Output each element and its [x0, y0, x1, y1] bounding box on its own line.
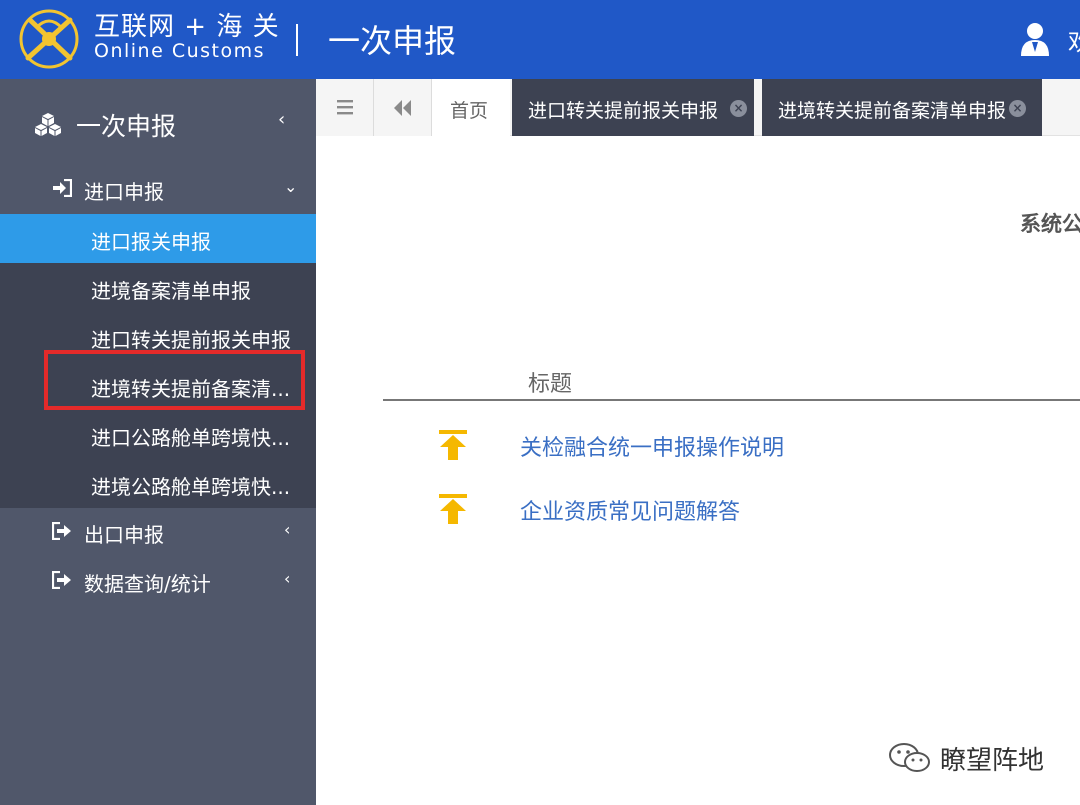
sign-out-icon [52, 522, 71, 540]
sidebar-group-import[interactable]: 进口申报 ⌄ [0, 165, 316, 214]
tab-label: 进境转关提前备案清单申报 [778, 100, 1007, 122]
sidebar-item-entry-record-list[interactable]: 进境备案清单申报 [0, 263, 316, 312]
tab-label: 进口转关提前报关申报 [528, 100, 719, 122]
top-header: 互联网 + 海 关 Online Customs 一次申报 欢 [0, 0, 1080, 79]
sidebar-item-label: 进口报关申报 [91, 230, 211, 254]
sidebar-group-label: 数据查询/统计 [84, 572, 211, 596]
highlight-annotation [44, 350, 305, 410]
watermark: 瞭望阵地 [880, 738, 1060, 778]
chevron-left-icon: ‹ [278, 109, 286, 130]
brand-english: Online Customs [94, 40, 266, 62]
notice-row[interactable]: 企业资质常见问题解答 [436, 492, 1076, 532]
user-icon[interactable] [1020, 22, 1050, 56]
tab-label: 首页 [450, 100, 489, 122]
sign-out-icon [52, 571, 71, 589]
pin-top-icon [439, 494, 467, 524]
wechat-icon [889, 743, 930, 772]
tab-scroll-left-button[interactable] [374, 79, 432, 136]
sidebar-root-menu[interactable]: 一次申报 ‹ [0, 79, 316, 167]
sidebar-item-label: 进境备案清单申报 [91, 279, 251, 303]
notice-panel-title: 系统公 [1020, 212, 1080, 236]
menu-toggle-button[interactable] [316, 79, 374, 136]
sidebar-group-label: 进口申报 [84, 180, 164, 204]
double-chevron-left-icon [394, 100, 411, 116]
system-title: 一次申报 [328, 22, 457, 60]
tab-entry-transfer-advance-record[interactable]: 进境转关提前备案清单申报 × [762, 79, 1042, 136]
notice-row[interactable]: 关检融合统一申报操作说明 [436, 428, 1076, 468]
chevron-left-icon: ‹ [284, 569, 291, 588]
column-header-title: 标题 [528, 372, 573, 397]
close-icon[interactable]: × [730, 100, 747, 117]
close-icon[interactable]: × [1009, 100, 1026, 117]
customs-emblem-icon [19, 9, 79, 69]
sign-in-icon [53, 179, 72, 197]
hamburger-icon [337, 100, 353, 115]
sidebar-root-label: 一次申报 [76, 112, 177, 141]
chevron-down-icon: ⌄ [284, 177, 298, 196]
notice-link[interactable]: 关检融合统一申报操作说明 [520, 430, 784, 462]
sidebar-item-import-declaration[interactable]: 进口报关申报 [0, 214, 316, 263]
tab-import-transfer-advance[interactable]: 进口转关提前报关申报 × [512, 79, 754, 136]
header-divider-line [383, 399, 1080, 401]
sidebar-item-label: 进口转关提前报关申报 [91, 328, 291, 352]
sidebar-group-export[interactable]: 出口申报 ‹ [0, 508, 316, 557]
sidebar-group-data-query[interactable]: 数据查询/统计 ‹ [0, 557, 316, 606]
tab-bar: 首页 进口转关提前报关申报 × 进境转关提前备案清单申报 × [316, 79, 1080, 136]
tab-home[interactable]: 首页 [432, 79, 510, 136]
sidebar-item-label: 进境公路舱单跨境快... [91, 475, 291, 499]
sidebar-item-label: 进口公路舱单跨境快... [91, 426, 291, 450]
pin-top-icon [439, 430, 467, 460]
header-divider [296, 24, 298, 56]
chevron-left-icon: ‹ [284, 520, 291, 539]
user-name[interactable]: 欢 [1068, 22, 1080, 57]
sidebar: 一次申报 ‹ 进口申报 ⌄ 进口报关申报 进境备案清单申报 进口转关提前报关申报… [0, 79, 316, 805]
brand-chinese: 互联网 + 海 关 [94, 12, 280, 42]
cubes-icon [35, 113, 61, 136]
sidebar-item-entry-road-manifest[interactable]: 进境公路舱单跨境快... [0, 459, 316, 508]
notice-link[interactable]: 企业资质常见问题解答 [520, 494, 740, 526]
watermark-text: 瞭望阵地 [940, 746, 1045, 776]
sidebar-item-import-road-manifest[interactable]: 进口公路舱单跨境快... [0, 410, 316, 459]
sidebar-group-label: 出口申报 [84, 523, 164, 547]
